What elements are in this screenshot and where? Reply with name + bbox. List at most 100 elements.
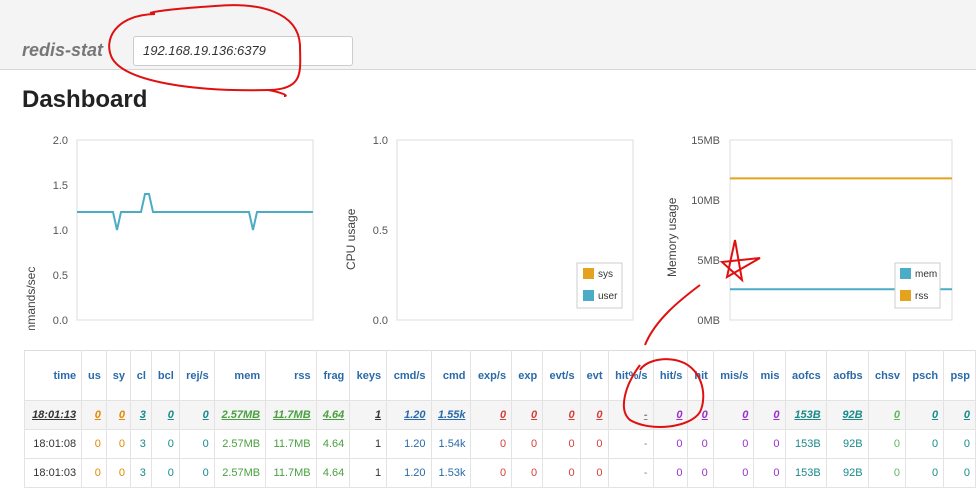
table-cell: 0 bbox=[579, 429, 609, 459]
memory-legend-label: mem bbox=[915, 269, 937, 280]
column-header[interactable]: us bbox=[81, 350, 107, 401]
column-header[interactable]: rss bbox=[265, 350, 317, 401]
table-cell: 0 bbox=[905, 458, 945, 488]
table-cell[interactable]: 0 bbox=[753, 400, 786, 430]
table-cell: 0 bbox=[542, 429, 581, 459]
memory-tick: 10MB bbox=[691, 195, 720, 207]
stats-table: time us sy cl bcl rej/s mem rss frag keys cmd/s cmd… bbox=[23, 350, 976, 488]
table-cell[interactable]: 1.20 bbox=[386, 400, 432, 430]
cpu-legend-swatch-sys bbox=[583, 268, 594, 279]
table-cell[interactable]: 0 bbox=[511, 400, 544, 430]
column-header[interactable]: chsv bbox=[867, 350, 907, 401]
brand-logo[interactable]: redis-stat bbox=[22, 40, 103, 61]
memory-legend-label: rss bbox=[915, 291, 928, 302]
table-cell: 0 bbox=[81, 429, 107, 459]
table-cell: 0 bbox=[511, 458, 544, 488]
table-cell[interactable]: 153B bbox=[784, 400, 827, 430]
table-cell: 0 bbox=[178, 429, 215, 459]
table-cell: - bbox=[607, 458, 654, 488]
table-header-row: time us sy cl bcl rej/s mem rss frag keys cmd/s cmd… bbox=[23, 350, 976, 401]
table-cell[interactable]: 3 bbox=[129, 400, 152, 430]
commands-ticks: 2.0 1.5 1.0 0.5 0.0 bbox=[53, 135, 68, 327]
column-header[interactable]: sy bbox=[105, 350, 131, 401]
table-cell[interactable]: 92B bbox=[825, 400, 869, 430]
commands-tick: 2.0 bbox=[53, 135, 68, 147]
commands-plot-frame bbox=[76, 139, 314, 321]
table-cell: 0 bbox=[943, 458, 976, 488]
column-header[interactable]: frag bbox=[315, 350, 351, 401]
table-cell: 1.53k bbox=[430, 458, 472, 488]
column-header[interactable]: mis bbox=[753, 350, 786, 401]
column-header[interactable]: keys bbox=[349, 350, 388, 401]
table-cell[interactable]: 2.57MB bbox=[213, 400, 267, 430]
table-cell: 0 bbox=[867, 429, 907, 459]
memory-legend: mem rss bbox=[894, 262, 941, 309]
memory-tick: 5MB bbox=[697, 255, 720, 267]
table-cell[interactable]: 0 bbox=[81, 400, 107, 430]
cpu-tick: 1.0 bbox=[373, 135, 388, 147]
table-cell[interactable]: 1.55k bbox=[430, 400, 472, 430]
column-header[interactable]: psp bbox=[943, 350, 976, 401]
column-header[interactable]: evt bbox=[579, 350, 609, 401]
table-cell: 1 bbox=[349, 429, 388, 459]
column-header[interactable]: psch bbox=[905, 350, 945, 401]
cpu-legend-label: user bbox=[598, 291, 618, 302]
table-cell: 0 bbox=[542, 458, 581, 488]
cpu-tick: 0.5 bbox=[373, 225, 388, 237]
column-header[interactable]: time bbox=[23, 350, 83, 401]
table-cell: 1.20 bbox=[386, 429, 432, 459]
table-cell: 0 bbox=[579, 458, 609, 488]
column-header[interactable]: cmd/s bbox=[386, 350, 432, 401]
column-header[interactable]: hit%/s bbox=[607, 350, 654, 401]
table-cell[interactable]: 0 bbox=[579, 400, 609, 430]
table-cell[interactable]: 0 bbox=[178, 400, 215, 430]
column-header[interactable]: evt/s bbox=[542, 350, 581, 401]
table-cell: 92B bbox=[825, 458, 869, 488]
column-header[interactable]: cl bbox=[129, 350, 152, 401]
table-cell: 2.57MB bbox=[213, 458, 267, 488]
table-cell[interactable]: - bbox=[607, 400, 654, 430]
table-cell: 153B bbox=[784, 429, 827, 459]
column-header[interactable]: exp/s bbox=[470, 350, 513, 401]
column-header[interactable]: rej/s bbox=[178, 350, 215, 401]
column-header[interactable]: mem bbox=[213, 350, 267, 401]
table-cell[interactable]: 0 bbox=[687, 400, 714, 430]
table-cell[interactable]: 0 bbox=[150, 400, 180, 430]
table-cell[interactable]: 1 bbox=[349, 400, 388, 430]
column-header[interactable]: aofbs bbox=[825, 350, 869, 401]
table-row: 18:01:08 0 0 3 0 0 2.57MB 11.7MB 4.64 1 1.20 1.54k 0… bbox=[23, 429, 976, 459]
host-field[interactable]: 192.168.19.136:6379 bbox=[133, 36, 353, 66]
table-cell[interactable]: 0 bbox=[943, 400, 976, 430]
table-cell: 0 bbox=[105, 458, 131, 488]
table-cell[interactable]: 0 bbox=[542, 400, 581, 430]
table-cell[interactable]: 0 bbox=[712, 400, 755, 430]
column-header[interactable]: aofcs bbox=[784, 350, 827, 401]
column-header[interactable]: mis/s bbox=[712, 350, 755, 401]
table-cell[interactable]: 0 bbox=[470, 400, 513, 430]
table-cell: 0 bbox=[687, 429, 714, 459]
memory-tick: 0MB bbox=[697, 315, 720, 327]
table-cell: 1.54k bbox=[430, 429, 472, 459]
table-cell[interactable]: 18:01:13 bbox=[23, 400, 83, 430]
column-header[interactable]: exp bbox=[511, 350, 544, 401]
table-cell[interactable]: 0 bbox=[652, 400, 689, 430]
navbar: redis-stat 192.168.19.136:6379 bbox=[0, 0, 976, 70]
column-header[interactable]: hit bbox=[687, 350, 714, 401]
table-cell[interactable]: 11.7MB bbox=[265, 400, 317, 430]
table-row: 18:01:03 0 0 3 0 0 2.57MB 11.7MB 4.64 1 1.20 1.53k 0… bbox=[23, 458, 976, 488]
table-cell[interactable]: 0 bbox=[105, 400, 131, 430]
table-cell: 0 bbox=[905, 429, 945, 459]
table-cell: 3 bbox=[129, 429, 152, 459]
table-cell: 18:01:03 bbox=[23, 458, 83, 488]
cpu-tick: 0.0 bbox=[373, 315, 388, 327]
column-header[interactable]: cmd bbox=[430, 350, 472, 401]
table-cell: 0 bbox=[753, 429, 786, 459]
column-header[interactable]: hit/s bbox=[652, 350, 689, 401]
table-cell[interactable]: 0 bbox=[867, 400, 907, 430]
table-cell[interactable]: 0 bbox=[905, 400, 945, 430]
table-cell[interactable]: 4.64 bbox=[315, 400, 351, 430]
page-title: Dashboard bbox=[22, 86, 148, 113]
table-cell: 0 bbox=[150, 458, 180, 488]
table-cell: 92B bbox=[825, 429, 869, 459]
column-header[interactable]: bcl bbox=[150, 350, 180, 401]
